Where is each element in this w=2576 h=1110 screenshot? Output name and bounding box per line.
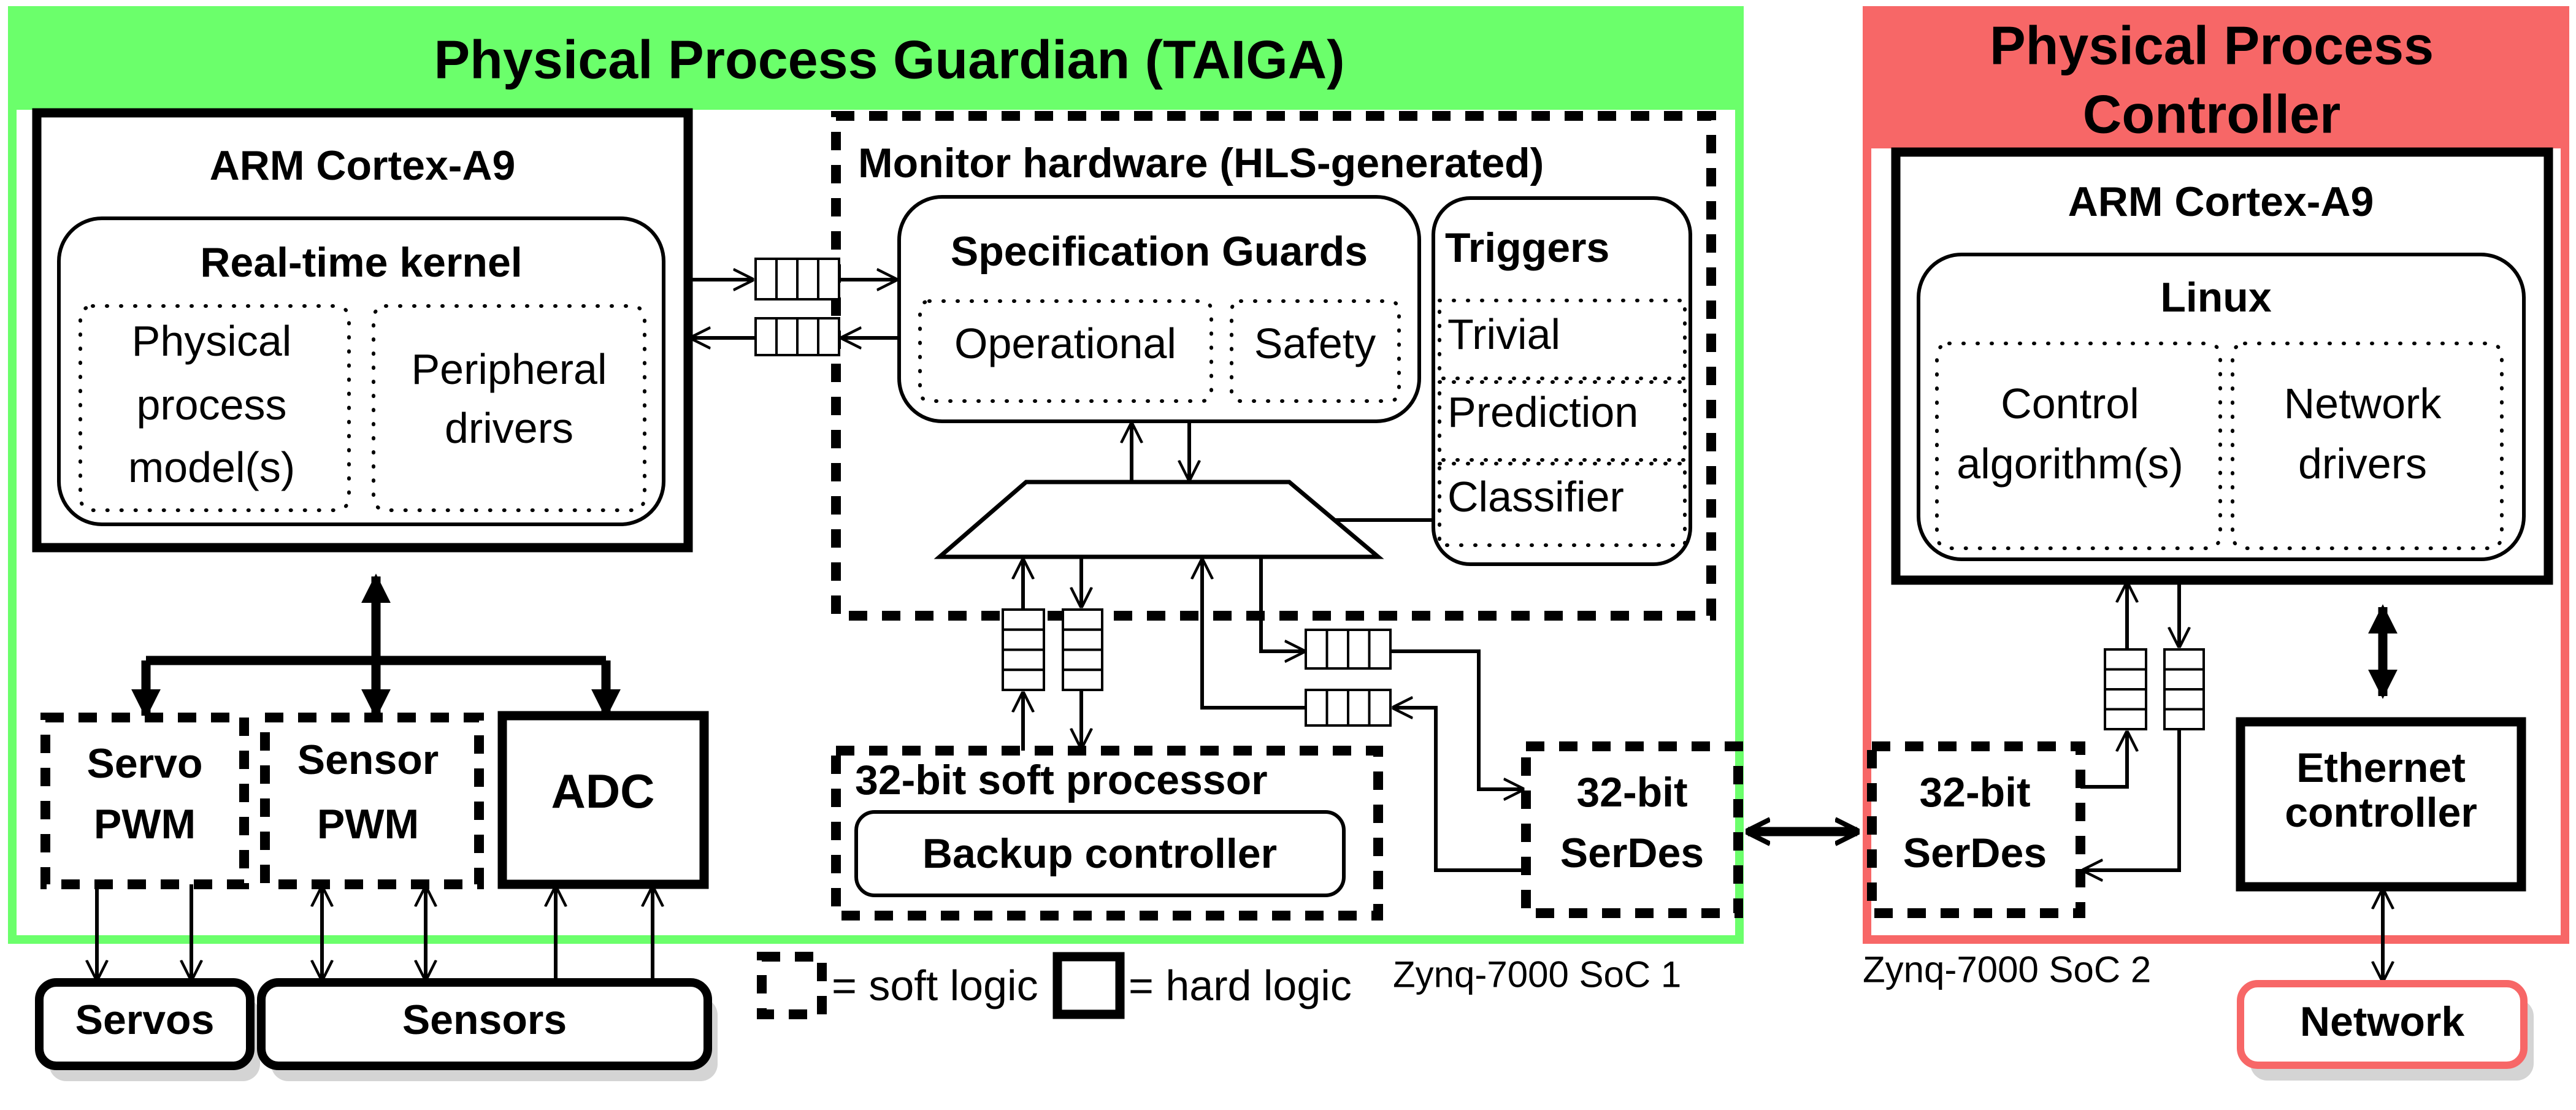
control-line: algorithm(s) <box>1957 440 2183 488</box>
fifo-cell <box>1305 689 1328 727</box>
fifo-cell <box>1347 689 1371 727</box>
trigger-trivial: Trivial <box>1447 310 1560 358</box>
network-drivers-line: drivers <box>2298 440 2427 488</box>
hard-logic-swatch <box>1052 952 1125 1019</box>
model-line: process <box>136 381 286 429</box>
arm-cortex-a9-guardian: ARM Cortex-A9 Real-time kernel Physical … <box>32 108 693 553</box>
safety-label: Safety <box>1254 320 1376 367</box>
fifo-cell <box>1368 629 1392 670</box>
fifo-queue-icon <box>2104 648 2147 730</box>
triggers-label: Triggers <box>1445 224 1609 271</box>
servos-label: Servos <box>75 997 215 1043</box>
fifo-cell <box>2104 688 2147 711</box>
fifo-cell <box>2104 708 2147 730</box>
fifo-cell <box>817 258 840 300</box>
servo-pwm-line: Servo <box>87 740 203 787</box>
fifo-cell <box>754 258 778 300</box>
soft-logic-legend: = soft logic <box>832 962 1038 1009</box>
fifo-cell <box>2163 688 2205 711</box>
serdes-left-line: 32-bit <box>1576 769 1687 816</box>
fifo-cell <box>796 258 819 300</box>
fifo-cell <box>2163 708 2205 730</box>
fifo-cell <box>1002 608 1045 631</box>
servos: Servos <box>35 978 260 1081</box>
fifo-cell <box>1347 629 1371 670</box>
fifo-cell <box>2104 668 2147 691</box>
fifo-cell <box>1002 668 1045 691</box>
fifo-cell <box>1062 628 1103 651</box>
fifo-cell <box>1325 629 1349 670</box>
serdes-right-line: SerDes <box>1903 830 2047 876</box>
drivers-line: Peripheral <box>411 345 607 393</box>
ethernet-controller: Ethernet controller <box>2236 717 2526 892</box>
adc-label: ADC <box>551 764 655 818</box>
fifo-cell <box>754 317 778 356</box>
fifo-queue-icon <box>754 258 840 300</box>
fifo-cell <box>1002 648 1045 672</box>
network-drivers-line: Network <box>2284 380 2442 427</box>
monitor-title: Monitor hardware (HLS-generated) <box>858 140 1544 186</box>
spec-guards-label: Specification Guards <box>951 228 1368 275</box>
fifo-cell <box>1368 689 1392 727</box>
operational-label: Operational <box>954 320 1176 367</box>
linux-label: Linux <box>2160 274 2272 321</box>
sensors: Sensors <box>257 978 718 1081</box>
soft-logic-swatch <box>757 952 827 1019</box>
fifo-cell <box>2104 648 2147 671</box>
fifo-cell <box>2163 668 2205 691</box>
network: Network <box>2237 980 2534 1081</box>
serdes-left-line: SerDes <box>1560 830 1704 876</box>
trigger-prediction: Prediction <box>1447 388 1638 436</box>
sensor-pwm-line: Sensor <box>297 737 439 783</box>
hard-logic-legend: = hard logic <box>1129 962 1352 1009</box>
controller-title-line2: Controller <box>2083 84 2340 145</box>
adc: ADC <box>497 711 709 889</box>
soc2-label: Zynq-7000 SoC 2 <box>1863 949 2151 990</box>
backup-controller-label: Backup controller <box>922 830 1277 877</box>
kernel-label: Real-time kernel <box>200 239 522 286</box>
model-line: Physical <box>132 317 292 365</box>
model-line: model(s) <box>128 443 295 491</box>
ethernet-line: controller <box>2285 789 2477 836</box>
sensor-pwm-line: PWM <box>317 801 419 848</box>
fifo-queue-icon <box>1062 608 1103 691</box>
serdes-right-line: 32-bit <box>1919 769 2030 816</box>
legend: = soft logic = hard logic <box>757 952 1352 1019</box>
servo-pwm-line: PWM <box>94 801 196 848</box>
fifo-cell <box>796 317 819 356</box>
ethernet-line: Ethernet <box>2296 744 2466 791</box>
fifo-queue-icon <box>1305 689 1392 727</box>
fifo-cell <box>1002 628 1045 651</box>
fifo-cell <box>1325 689 1349 727</box>
sensors-label: Sensors <box>402 997 567 1043</box>
fifo-cell <box>1062 608 1103 631</box>
soc1-label: Zynq-7000 SoC 1 <box>1393 954 1681 995</box>
controller-title-line1: Physical Process <box>1990 15 2434 76</box>
fifo-cell <box>1305 629 1328 670</box>
arm-right-title: ARM Cortex-A9 <box>2068 178 2374 225</box>
network-label: Network <box>2300 998 2464 1045</box>
fifo-cell <box>775 317 799 356</box>
fifo-cell <box>817 317 840 356</box>
fifo-queue-icon <box>2163 648 2205 730</box>
soft-processor-title: 32-bit soft processor <box>855 757 1268 803</box>
drivers-line: drivers <box>445 404 573 452</box>
taiga-architecture-diagram: Physical Process Guardian (TAIGA) Physic… <box>8 6 2569 1081</box>
fifo-cell <box>2163 648 2205 671</box>
trigger-classifier: Classifier <box>1447 473 1624 521</box>
fifo-cell <box>775 258 799 300</box>
arm-cortex-a9-controller: ARM Cortex-A9 Linux Control algorithm(s)… <box>1891 147 2553 585</box>
control-line: Control <box>2001 380 2139 427</box>
fifo-queue-icon <box>1002 608 1045 691</box>
guardian-title: Physical Process Guardian (TAIGA) <box>434 29 1344 90</box>
fifo-cell <box>1062 648 1103 672</box>
fifo-queue-icon <box>1305 629 1392 670</box>
arm-title: ARM Cortex-A9 <box>210 142 516 189</box>
fifo-queue-icon <box>754 317 840 356</box>
fifo-cell <box>1062 668 1103 691</box>
